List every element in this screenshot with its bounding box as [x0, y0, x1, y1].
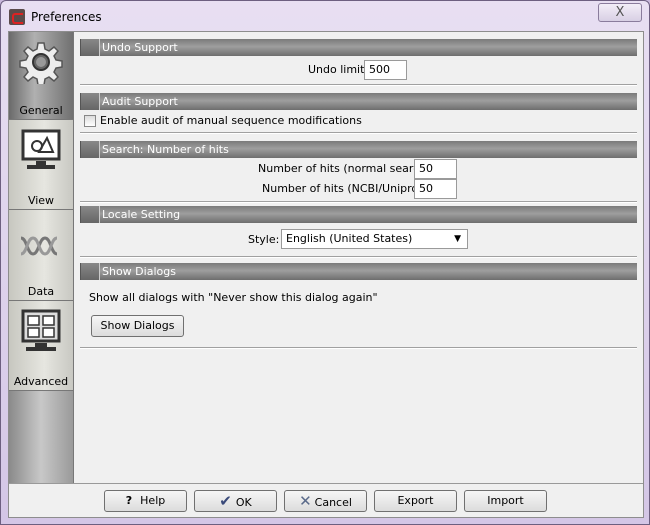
- style-dropdown[interactable]: English (United States) ▼: [281, 229, 468, 249]
- cancel-label: Cancel: [314, 496, 352, 509]
- sidebar-item-data[interactable]: Data: [9, 210, 73, 301]
- gear-icon: [19, 42, 63, 86]
- monitor-checklist-icon: [21, 309, 61, 351]
- ok-label: OK: [235, 496, 252, 509]
- sidebar-item-label: Advanced: [13, 375, 69, 388]
- undo-limit-input[interactable]: 500: [364, 60, 407, 80]
- style-value: English (United States): [286, 232, 413, 245]
- chevron-down-icon: ▼: [454, 234, 461, 244]
- audit-checkbox-label: Enable audit of manual sequence modifica…: [100, 114, 362, 127]
- sidebar-item-label: View: [27, 194, 55, 207]
- normal-hits-label: Number of hits (normal search):: [258, 162, 435, 175]
- close-button[interactable]: X: [598, 3, 642, 22]
- window-title: Preferences: [31, 10, 102, 24]
- ncbi-hits-input[interactable]: 50: [414, 179, 457, 199]
- checkmark-icon: ✔: [219, 492, 232, 510]
- help-button[interactable]: ? Help: [104, 490, 187, 512]
- cancel-button[interactable]: ✕ Cancel: [284, 490, 367, 512]
- app-icon: [9, 9, 25, 25]
- divider: [80, 132, 637, 134]
- section-header-undo: Undo Support: [80, 39, 637, 56]
- section-header-dialogs: Show Dialogs: [80, 263, 637, 280]
- show-dialogs-button[interactable]: Show Dialogs: [91, 315, 184, 337]
- section-header-audit: Audit Support: [80, 93, 637, 110]
- sidebar-item-general[interactable]: General: [9, 32, 73, 120]
- divider: [80, 256, 637, 258]
- import-button[interactable]: Import: [464, 490, 547, 512]
- dna-icon: [20, 236, 58, 256]
- sidebar-item-view[interactable]: View: [9, 120, 73, 210]
- section-header-locale: Locale Setting: [80, 206, 637, 223]
- section-header-search: Search: Number of hits: [80, 141, 637, 158]
- sidebar-item-label: Data: [27, 285, 55, 298]
- export-button[interactable]: Export: [374, 490, 457, 512]
- dialog-body: General View Data Advanced Undo Support …: [8, 31, 644, 518]
- normal-hits-input[interactable]: 50: [414, 159, 457, 179]
- button-bar: ? Help ✔ OK ✕ Cancel Export Import: [9, 483, 643, 518]
- monitor-shapes-icon: [21, 129, 61, 169]
- undo-limit-label: Undo limit:: [308, 63, 369, 76]
- sidebar-item-advanced[interactable]: Advanced: [9, 301, 73, 391]
- preferences-window: Preferences X General View Data Advanced…: [0, 0, 650, 525]
- style-label: Style:: [248, 233, 280, 246]
- divider: [80, 84, 637, 86]
- divider: [80, 347, 637, 349]
- help-icon: ?: [125, 494, 133, 507]
- sidebar: General View Data Advanced: [9, 32, 74, 483]
- divider: [80, 201, 637, 203]
- audit-checkbox[interactable]: [84, 115, 96, 127]
- cancel-x-icon: ✕: [299, 492, 312, 510]
- help-label: Help: [140, 494, 166, 507]
- sidebar-item-label: General: [19, 104, 63, 117]
- ok-button[interactable]: ✔ OK: [194, 490, 277, 512]
- show-dialogs-text: Show all dialogs with "Never show this d…: [89, 291, 378, 304]
- ncbi-hits-label: Number of hits (NCBI/Uniprot):: [262, 182, 431, 195]
- title-bar: Preferences: [9, 7, 102, 27]
